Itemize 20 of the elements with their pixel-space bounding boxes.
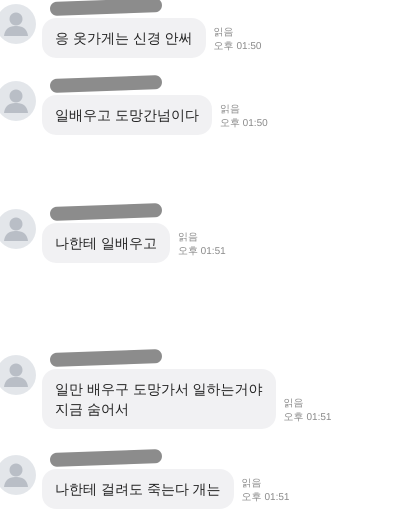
- timestamp: 오후 01:50: [214, 40, 262, 54]
- avatar-icon: [0, 4, 36, 44]
- timestamp: 오후 01:51: [178, 245, 226, 259]
- message-bubble: 나한테 일배우고: [42, 223, 170, 263]
- timestamp: 오후 01:51: [284, 411, 332, 425]
- timestamp: 오후 01:51: [242, 491, 290, 505]
- timestamp: 오후 01:50: [220, 117, 268, 131]
- message-bubble: 일배우고 도망간넘이다: [42, 95, 212, 135]
- read-receipt: 읽음: [242, 477, 263, 491]
- read-receipt: 읽음: [284, 397, 305, 411]
- message-bubble: 일만 배우구 도망가서 일하는거야 지금 숨어서: [42, 369, 276, 429]
- message-bubble: 응 옷가게는 신경 안써: [42, 18, 206, 58]
- avatar-icon: [0, 209, 36, 249]
- read-receipt: 읽음: [178, 231, 199, 245]
- avatar-icon: [0, 355, 36, 395]
- avatar-icon: [0, 81, 36, 121]
- read-receipt: 읽음: [220, 103, 241, 117]
- read-receipt: 읽음: [214, 26, 235, 40]
- message-bubble: 나한테 걸려도 죽는다 개는: [42, 469, 234, 509]
- avatar-icon: [0, 455, 36, 495]
